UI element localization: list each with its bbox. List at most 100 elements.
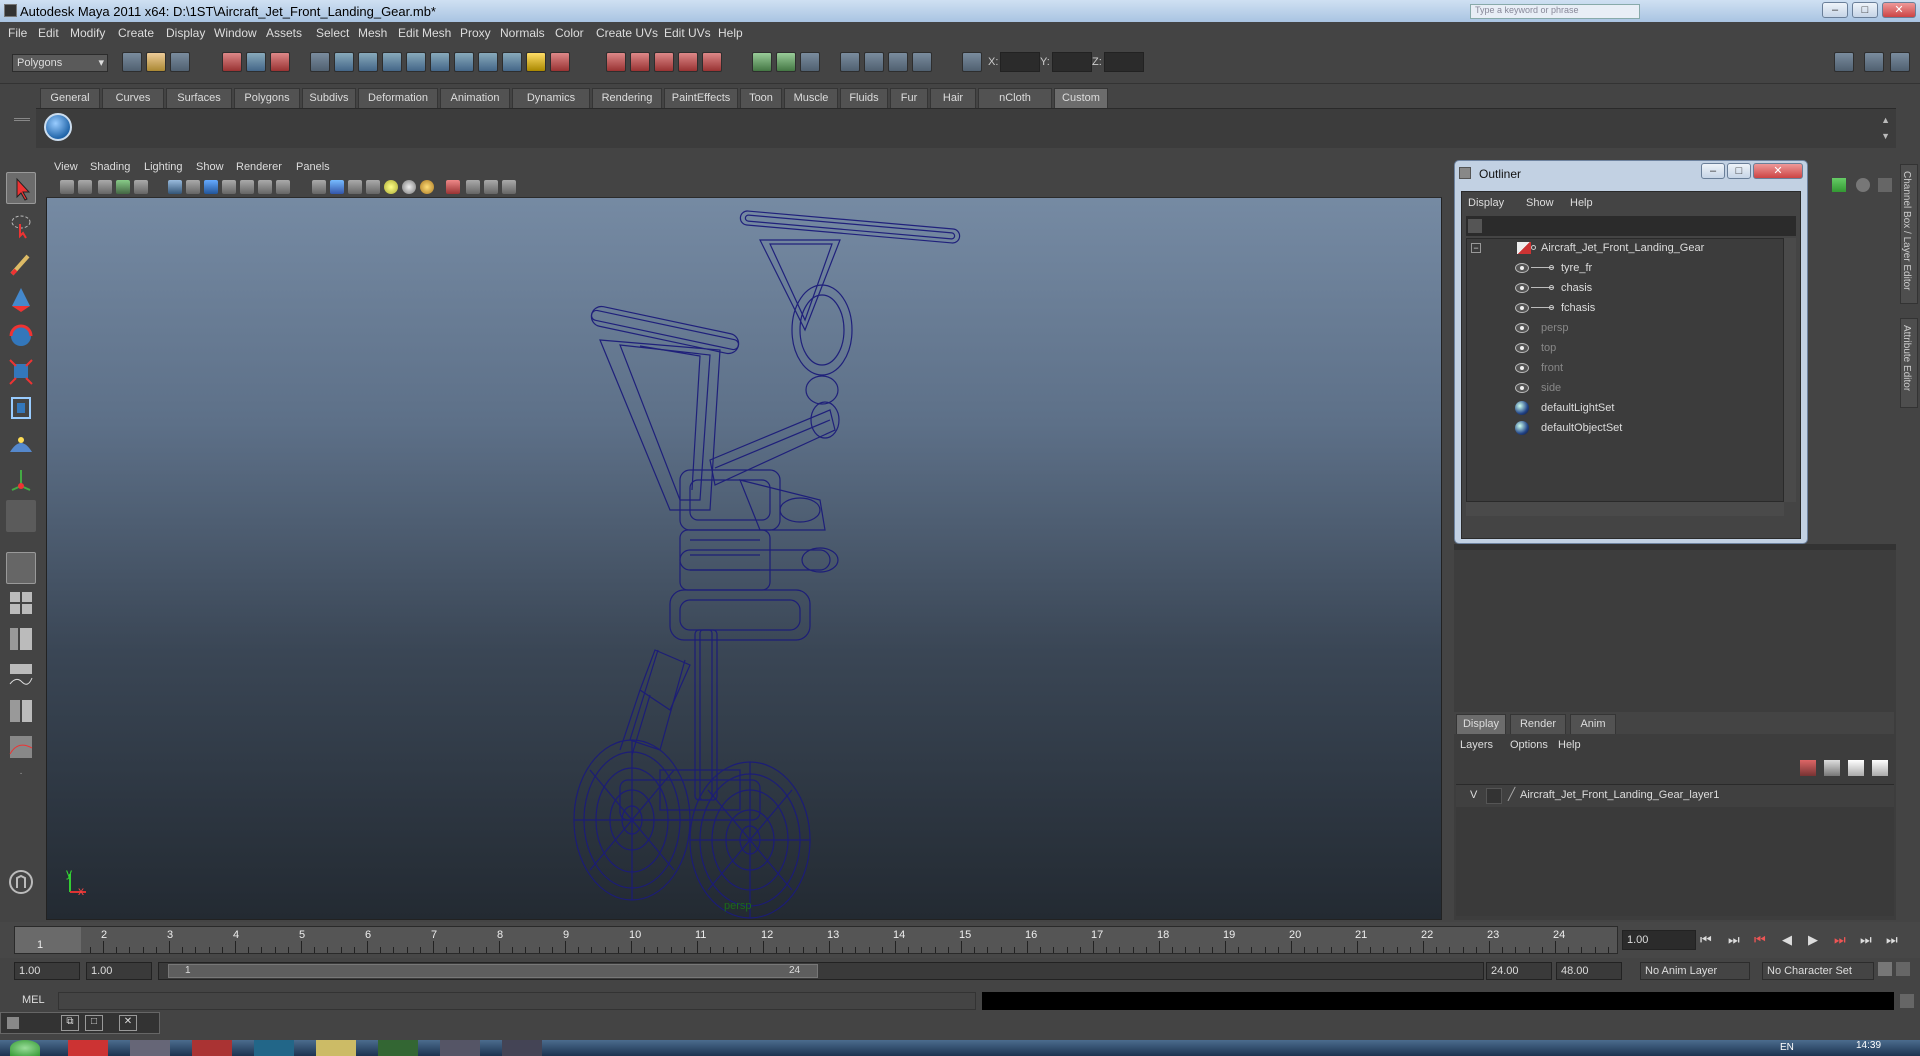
selection-mask-icon[interactable] <box>310 52 330 72</box>
menu-select[interactable]: Select <box>316 26 349 40</box>
menu-help[interactable]: Help <box>718 26 743 40</box>
select-joints-icon[interactable] <box>358 52 378 72</box>
layer-tab-anim[interactable]: Anim <box>1570 714 1616 734</box>
shelf-tab-hair[interactable]: Hair <box>930 88 976 108</box>
outliner-window[interactable]: Outliner – □ ✕ Display Show Help − Aircraft… <box>1454 160 1808 544</box>
shelf-tab-ncloth[interactable]: nCloth <box>978 88 1052 108</box>
clock[interactable]: 14:39 <box>1856 1040 1881 1051</box>
outliner-item-defaultlightset[interactable]: defaultLightSet <box>1467 399 1783 417</box>
image-plane-icon[interactable] <box>116 180 130 194</box>
taskbar-app-icon-7[interactable] <box>440 1040 480 1056</box>
animation-preferences-icon[interactable] <box>1896 962 1910 976</box>
select-deformations-icon[interactable] <box>430 52 450 72</box>
highlight-selection-icon[interactable] <box>550 52 570 72</box>
viewport-menu-renderer[interactable]: Renderer <box>236 161 282 173</box>
outliner-item-fchasis[interactable]: fchasis <box>1467 299 1783 317</box>
menu-modify[interactable]: Modify <box>70 26 105 40</box>
snap-to-points-icon[interactable] <box>654 52 674 72</box>
current-time-field[interactable]: 1.00 <box>1622 930 1696 950</box>
outliner-close-button[interactable]: ✕ <box>1753 163 1803 179</box>
select-by-object-icon[interactable] <box>246 52 266 72</box>
shelf-tab-dynamics[interactable]: Dynamics <box>512 88 590 108</box>
shelf-tab-deformation[interactable]: Deformation <box>358 88 438 108</box>
outliner-vertical-scrollbar[interactable] <box>1784 238 1796 502</box>
output-connections-icon[interactable] <box>776 52 796 72</box>
shelf-tab-muscle[interactable]: Muscle <box>784 88 838 108</box>
bookmarks-icon[interactable] <box>98 180 112 194</box>
step-forward-key-icon[interactable]: ⏭ <box>1860 932 1872 948</box>
transform-input-icon[interactable] <box>962 52 982 72</box>
attribute-editor-tab[interactable]: Attribute Editor <box>1900 318 1918 408</box>
shelf-tab-custom[interactable]: Custom <box>1054 88 1108 108</box>
toggle-attribute-editor-icon[interactable] <box>1834 52 1854 72</box>
outliner-item-aircraft-jet-front-landing-gear[interactable]: Aircraft_Jet_Front_Landing_Gear <box>1467 239 1783 257</box>
use-all-lights-icon[interactable] <box>384 180 398 194</box>
layer-tab-render[interactable]: Render <box>1510 714 1566 734</box>
menu-display[interactable]: Display <box>166 26 205 40</box>
ipr-render-icon[interactable] <box>888 52 908 72</box>
minimized-close-button[interactable]: ✕ <box>119 1015 137 1031</box>
shelf-tab-subdivs[interactable]: Subdivs <box>302 88 356 108</box>
viewport-menu-lighting[interactable]: Lighting <box>144 161 183 173</box>
outliner-item-side[interactable]: side <box>1467 379 1783 397</box>
channel-box-mode-icon[interactable] <box>1832 178 1846 192</box>
xray-icon[interactable] <box>466 180 480 194</box>
lasso-tool-icon[interactable] <box>6 210 36 242</box>
select-by-component-icon[interactable] <box>270 52 290 72</box>
playback-start-field[interactable]: 1.00 <box>86 962 152 980</box>
new-layer-icon[interactable] <box>1800 760 1816 776</box>
graph-editor-layout-icon[interactable] <box>6 732 36 764</box>
layer-name[interactable]: Aircraft_Jet_Front_Landing_Gear_layer1 <box>1520 789 1719 801</box>
explorer-taskbar-icon[interactable] <box>316 1040 356 1056</box>
photoshop-taskbar-icon[interactable] <box>254 1040 294 1056</box>
layer-menu-options[interactable]: Options <box>1510 739 1548 751</box>
wireframe-icon[interactable] <box>312 180 326 194</box>
outliner-item-front[interactable]: front <box>1467 359 1783 377</box>
lock-selection-icon[interactable] <box>526 52 546 72</box>
move-down-layer-icon[interactable] <box>1872 760 1888 776</box>
viewport-menu-shading[interactable]: Shading <box>90 161 130 173</box>
step-forward-frame-icon[interactable]: ⏭ <box>1834 932 1846 948</box>
menu-mesh[interactable]: Mesh <box>358 26 387 40</box>
select-dynamics-icon[interactable] <box>454 52 474 72</box>
menu-create[interactable]: Create <box>118 26 154 40</box>
character-set-selector[interactable]: No Character Set <box>1762 962 1874 980</box>
select-curves-icon[interactable] <box>382 52 402 72</box>
select-handles-icon[interactable] <box>334 52 354 72</box>
last-tool-used-icon[interactable] <box>6 500 36 532</box>
layout-more-icon[interactable]: · <box>6 768 36 784</box>
outliner-item-defaultobjectset[interactable]: defaultObjectSet <box>1467 419 1783 437</box>
minimized-window-bar[interactable]: ⧉ □ ✕ <box>0 1012 160 1034</box>
select-misc-icon[interactable] <box>502 52 522 72</box>
menu-window[interactable]: Window <box>214 26 257 40</box>
persp-outliner-layout-icon[interactable] <box>6 624 36 656</box>
outliner-item-tyre-fr[interactable]: tyre_fr <box>1467 259 1783 277</box>
command-input[interactable] <box>58 992 976 1010</box>
panel-divider[interactable] <box>1454 544 1896 550</box>
taskbar-app-icon-2[interactable] <box>130 1040 170 1056</box>
grid-icon[interactable] <box>168 180 182 194</box>
layer-menu-help[interactable]: Help <box>1558 739 1581 751</box>
field-chart-icon[interactable] <box>240 180 254 194</box>
show-manipulator-icon[interactable] <box>6 464 36 496</box>
safe-title-icon[interactable] <box>276 180 290 194</box>
menu-file[interactable]: File <box>8 26 27 40</box>
shelf-tab-polygons[interactable]: Polygons <box>234 88 300 108</box>
select-surfaces-icon[interactable] <box>406 52 426 72</box>
language-indicator[interactable]: EN <box>1780 1042 1794 1053</box>
checkmark-shelf-icon[interactable] <box>44 113 72 141</box>
smooth-shade-icon[interactable] <box>330 180 344 194</box>
go-to-end-icon[interactable]: ⏭ <box>1886 932 1898 948</box>
textured-icon[interactable] <box>366 180 380 194</box>
taskbar-app-icon-8[interactable] <box>502 1040 542 1056</box>
play-forwards-icon[interactable]: ▶ <box>1808 932 1818 948</box>
persp-graph-layout-icon[interactable] <box>6 660 36 692</box>
xray-joints-icon[interactable] <box>484 180 498 194</box>
film-gate-icon[interactable] <box>186 180 200 194</box>
move-up-layer-icon[interactable] <box>1848 760 1864 776</box>
select-rendering-icon[interactable] <box>478 52 498 72</box>
four-pane-layout-icon[interactable] <box>6 588 36 620</box>
play-backwards-icon[interactable]: ◀ <box>1782 932 1792 948</box>
gate-mask-icon[interactable] <box>222 180 236 194</box>
xray-components-icon[interactable] <box>502 180 516 194</box>
